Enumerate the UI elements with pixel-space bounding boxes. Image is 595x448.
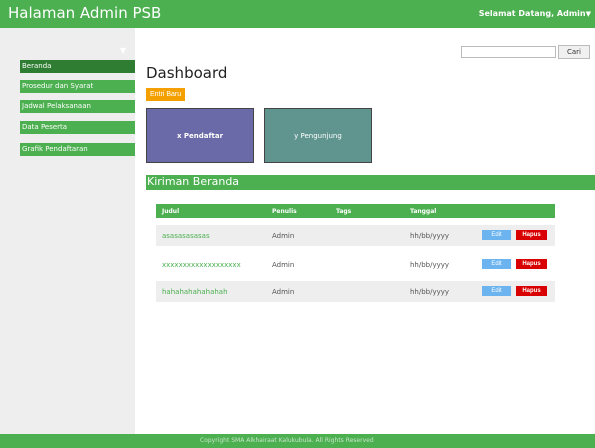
- row-title[interactable]: hahahahahahahah: [162, 288, 228, 296]
- section-header: Kiriman Beranda: [146, 175, 595, 190]
- row-date: hh/bb/yyyy: [410, 261, 450, 269]
- page-title: Dashboard: [146, 64, 228, 82]
- row-date: hh/bb/yyyy: [410, 232, 450, 240]
- top-bar: Halaman Admin PSB Selamat Datang, Admin▼: [0, 0, 595, 28]
- table-row: hahahahahahahah Admin hh/bb/yyyy Edit Ha…: [156, 281, 555, 302]
- sidebar: ▼ Beranda Prosedur dan Syarat Jadwal Pel…: [0, 28, 135, 434]
- table-row: xxxxxxxxxxxxxxxxxxx Admin hh/bb/yyyy Edi…: [156, 254, 555, 275]
- delete-button[interactable]: Hapus: [516, 230, 547, 240]
- sidebar-item-data-peserta[interactable]: Data Peserta: [20, 121, 135, 134]
- welcome-text: Selamat Datang, Admin: [478, 9, 586, 18]
- stat-pengunjung-label: y Pengunjung: [294, 131, 342, 140]
- table-row: asasasasasas Admin hh/bb/yyyy Edit Hapus: [156, 225, 555, 246]
- edit-button[interactable]: Edit: [482, 286, 511, 296]
- search-button[interactable]: Cari: [558, 45, 590, 59]
- stat-pendaftar-card: x Pendaftar: [146, 108, 254, 163]
- row-title[interactable]: asasasasasas: [162, 232, 210, 240]
- row-author: Admin: [272, 232, 295, 240]
- column-header-tanggal: Tanggal: [410, 208, 437, 215]
- app-title: Halaman Admin PSB: [8, 4, 162, 22]
- footer: Copyright SMA Alkhairaat Kalukubula. All…: [0, 434, 595, 448]
- footer-copyright: Copyright SMA Alkhairaat Kalukubula. All…: [200, 437, 374, 444]
- edit-button[interactable]: Edit: [482, 230, 511, 240]
- stat-pengunjung-card: y Pengunjung: [264, 108, 372, 163]
- search-input[interactable]: [461, 46, 556, 58]
- row-author: Admin: [272, 288, 295, 296]
- sidebar-item-prosedur[interactable]: Prosedur dan Syarat: [20, 80, 135, 93]
- row-date: hh/bb/yyyy: [410, 288, 450, 296]
- stat-pendaftar-label: x Pendaftar: [176, 131, 224, 140]
- row-author: Admin: [272, 261, 295, 269]
- chevron-down-icon: ▼: [585, 10, 591, 18]
- delete-button[interactable]: Hapus: [516, 286, 547, 296]
- column-header-penulis: Penulis: [272, 208, 297, 215]
- row-title[interactable]: xxxxxxxxxxxxxxxxxxx: [162, 261, 241, 269]
- column-header-tags: Tags: [336, 208, 352, 215]
- chevron-down-icon[interactable]: ▼: [120, 46, 126, 55]
- sidebar-item-jadwal[interactable]: Jadwal Pelaksanaan: [20, 100, 135, 113]
- sidebar-item-grafik[interactable]: Grafik Pendaftaran: [20, 143, 135, 156]
- column-header-judul: Judul: [162, 208, 180, 215]
- delete-button[interactable]: Hapus: [516, 259, 547, 269]
- user-menu[interactable]: Selamat Datang, Admin▼: [479, 9, 591, 18]
- table-header: Judul Penulis Tags Tanggal: [156, 204, 555, 218]
- sidebar-item-beranda[interactable]: Beranda: [20, 60, 135, 73]
- edit-button[interactable]: Edit: [482, 259, 511, 269]
- new-entry-button[interactable]: Entri Baru: [146, 88, 186, 101]
- section-title: Kiriman Beranda: [147, 175, 240, 188]
